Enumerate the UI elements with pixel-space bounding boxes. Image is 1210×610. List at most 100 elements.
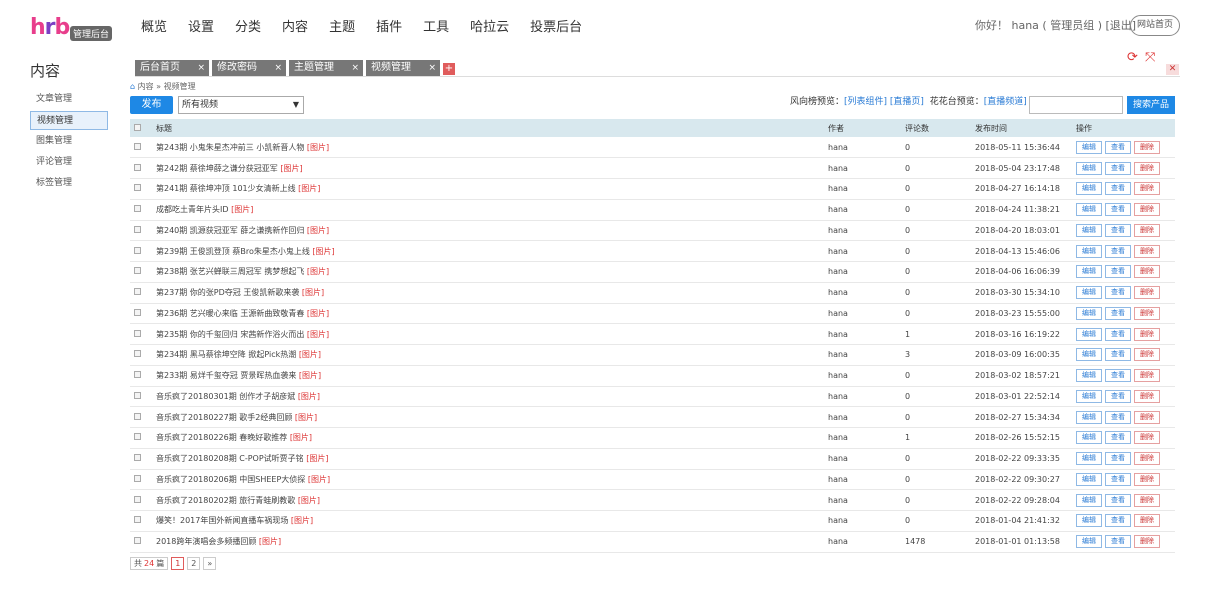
delete-button[interactable]: 删除	[1134, 306, 1160, 320]
delete-button[interactable]: 删除	[1134, 244, 1160, 258]
page-button[interactable]: 1	[171, 557, 185, 570]
video-title-link[interactable]: 音乐疯了20180208期 C-POP试听贾子铭	[156, 454, 304, 463]
video-title-link[interactable]: 爆笑！2017年国外新闻直播车祸现场	[156, 516, 288, 525]
publish-button[interactable]: 发布	[130, 96, 173, 114]
view-button[interactable]: 查看	[1105, 286, 1131, 300]
nav-item[interactable]: 投票后台	[530, 18, 582, 38]
preview-list-link[interactable]: [列表组件]	[844, 97, 887, 107]
delete-button[interactable]: 删除	[1134, 140, 1160, 154]
row-checkbox[interactable]	[134, 537, 141, 545]
view-button[interactable]: 查看	[1105, 369, 1131, 383]
video-title-link[interactable]: 第233期 易烊千玺夺冠 贾景晖热血袭来	[156, 371, 296, 380]
view-button[interactable]: 查看	[1105, 348, 1131, 362]
edit-button[interactable]: 编辑	[1076, 452, 1102, 466]
image-tag-link[interactable]: [图片]	[302, 288, 324, 297]
video-title-link[interactable]: 音乐疯了20180301期 创作才子胡彦斌	[156, 392, 295, 401]
row-checkbox[interactable]	[134, 350, 141, 358]
delete-button[interactable]: 删除	[1134, 265, 1160, 279]
view-button[interactable]: 查看	[1105, 140, 1131, 154]
view-button[interactable]: 查看	[1105, 535, 1131, 549]
page-button[interactable]: »	[203, 557, 217, 570]
tab-item[interactable]: 主题管理 ×	[289, 60, 363, 76]
video-filter-select[interactable]: 所有视频 ▼	[178, 96, 304, 114]
delete-button[interactable]: 删除	[1134, 161, 1160, 175]
view-button[interactable]: 查看	[1105, 452, 1131, 466]
nav-item[interactable]: 主题	[329, 18, 355, 38]
image-tag-link[interactable]: [图片]	[299, 371, 321, 380]
row-checkbox[interactable]	[134, 412, 141, 420]
nav-item[interactable]: 概览	[141, 18, 167, 38]
video-title-link[interactable]: 第239期 王俊凯登顶 蔡Bro朱星杰小鬼上线	[156, 247, 310, 256]
video-title-link[interactable]: 第234期 黑马蔡徐坤空降 掀起Pick热潮	[156, 350, 296, 359]
nav-item[interactable]: 哈拉云	[470, 18, 509, 38]
delete-button[interactable]: 删除	[1134, 327, 1160, 341]
row-checkbox[interactable]	[134, 329, 141, 337]
delete-button[interactable]: 删除	[1134, 286, 1160, 300]
edit-button[interactable]: 编辑	[1076, 472, 1102, 486]
edit-button[interactable]: 编辑	[1076, 140, 1102, 154]
image-tag-link[interactable]: [图片]	[295, 413, 317, 422]
search-input[interactable]	[1029, 96, 1123, 114]
logo[interactable]: hrb 管理后台	[30, 15, 113, 41]
edit-button[interactable]: 编辑	[1076, 244, 1102, 258]
edit-button[interactable]: 编辑	[1076, 410, 1102, 424]
view-button[interactable]: 查看	[1105, 203, 1131, 217]
image-tag-link[interactable]: [图片]	[307, 226, 329, 235]
delete-button[interactable]: 删除	[1134, 535, 1160, 549]
image-tag-link[interactable]: [图片]	[299, 350, 321, 359]
video-title-link[interactable]: 成都吃土青年片头ID	[156, 205, 229, 214]
image-tag-link[interactable]: [图片]	[298, 392, 320, 401]
row-checkbox[interactable]	[134, 371, 141, 379]
sidebar-item[interactable]: 文章管理	[30, 90, 108, 109]
image-tag-link[interactable]: [图片]	[291, 516, 313, 525]
search-button[interactable]: 搜索产品	[1127, 96, 1175, 114]
edit-button[interactable]: 编辑	[1076, 306, 1102, 320]
sidebar-item[interactable]: 评论管理	[30, 153, 108, 172]
delete-button[interactable]: 删除	[1134, 348, 1160, 362]
video-title-link[interactable]: 第243期 小鬼朱星杰冲前三 小凯新晋人物	[156, 143, 304, 152]
row-checkbox[interactable]	[134, 495, 141, 503]
close-icon[interactable]: ×	[428, 60, 436, 76]
row-checkbox[interactable]	[134, 246, 141, 254]
user-greeting[interactable]: 你好！ hana ( 管理员组 ) [退出]	[975, 17, 1136, 35]
row-checkbox[interactable]	[134, 205, 141, 213]
edit-button[interactable]: 编辑	[1076, 493, 1102, 507]
delete-button[interactable]: 删除	[1134, 493, 1160, 507]
row-checkbox[interactable]	[134, 516, 141, 524]
view-button[interactable]: 查看	[1105, 265, 1131, 279]
edit-button[interactable]: 编辑	[1076, 327, 1102, 341]
row-checkbox[interactable]	[134, 391, 141, 399]
edit-button[interactable]: 编辑	[1076, 161, 1102, 175]
view-button[interactable]: 查看	[1105, 472, 1131, 486]
edit-button[interactable]: 编辑	[1076, 535, 1102, 549]
delete-button[interactable]: 删除	[1134, 203, 1160, 217]
delete-button[interactable]: 删除	[1134, 223, 1160, 237]
delete-button[interactable]: 删除	[1134, 431, 1160, 445]
edit-button[interactable]: 编辑	[1076, 286, 1102, 300]
close-icon[interactable]: ×	[351, 60, 359, 76]
image-tag-link[interactable]: [图片]	[306, 454, 328, 463]
close-icon[interactable]: ×	[197, 60, 205, 76]
close-icon[interactable]: ×	[274, 60, 282, 76]
sidebar-item[interactable]: 视频管理	[30, 111, 108, 130]
view-button[interactable]: 查看	[1105, 182, 1131, 196]
sidebar-item[interactable]: 标签管理	[30, 174, 108, 193]
video-title-link[interactable]: 第240期 凯源获冠亚军 薛之谦携新作回归	[156, 226, 304, 235]
view-button[interactable]: 查看	[1105, 223, 1131, 237]
site-home-button[interactable]: 网站首页	[1130, 15, 1180, 36]
refresh-icon[interactable]: ⟳	[1127, 50, 1138, 65]
image-tag-link[interactable]: [图片]	[307, 267, 329, 276]
preview-live-link[interactable]: [直播页]	[890, 97, 924, 107]
nav-item[interactable]: 工具	[423, 18, 449, 38]
edit-button[interactable]: 编辑	[1076, 223, 1102, 237]
tab-item[interactable]: 后台首页 ×	[135, 60, 209, 76]
edit-button[interactable]: 编辑	[1076, 431, 1102, 445]
video-title-link[interactable]: 2018跨年演唱会多频播回顾	[156, 537, 256, 546]
edit-button[interactable]: 编辑	[1076, 182, 1102, 196]
row-checkbox[interactable]	[134, 163, 141, 171]
delete-button[interactable]: 删除	[1134, 410, 1160, 424]
add-tab-icon[interactable]: +	[443, 63, 455, 75]
delete-button[interactable]: 删除	[1134, 182, 1160, 196]
row-checkbox[interactable]	[134, 142, 141, 150]
image-tag-link[interactable]: [图片]	[259, 537, 281, 546]
